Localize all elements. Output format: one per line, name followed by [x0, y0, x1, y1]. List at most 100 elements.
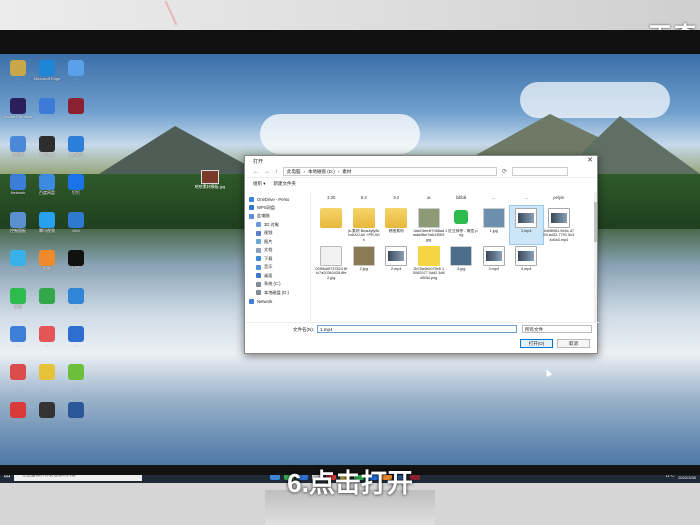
desktop-shortcut[interactable]: ...: [61, 402, 91, 428]
file-item[interactable]: js-素材 Beautyfy8cvxAXU A0 +PR-Win: [348, 206, 381, 244]
nav-item[interactable]: 文档: [249, 246, 310, 255]
desktop-shortcut[interactable]: 微信: [3, 288, 33, 314]
scrollbar[interactable]: [594, 192, 597, 322]
open-button[interactable]: 打开(O): [520, 339, 553, 348]
folder-item[interactable]: ...: [510, 192, 543, 206]
nav-item[interactable]: WPS网盘: [249, 204, 310, 213]
breadcrumb-item[interactable]: 此电脑: [287, 169, 301, 175]
desktop-shortcut[interactable]: ...: [32, 98, 62, 124]
file-item[interactable]: 02f96d0f737824 8ffc7a20340428 8fe2.jpg: [315, 244, 348, 282]
folder-icon: [256, 230, 261, 236]
close-icon[interactable]: ✕: [587, 157, 593, 165]
organize-button[interactable]: 组织 ▾: [253, 181, 266, 187]
file-item[interactable]: 2.jpg: [348, 244, 381, 282]
scrollbar-thumb[interactable]: [594, 202, 597, 242]
desktop-shortcut-label: ...: [45, 114, 49, 119]
up-arrow-icon[interactable]: ↑: [275, 169, 278, 175]
folder-item[interactable]: ai: [413, 192, 446, 206]
app-icon: [68, 212, 84, 228]
nav-item[interactable]: Network: [249, 297, 310, 306]
app-icon: [39, 60, 55, 76]
desktop-shortcut[interactable]: 百度网盘: [32, 174, 62, 200]
app-icon: [10, 364, 26, 380]
desktop-shortcut[interactable]: 钉钉: [61, 174, 91, 200]
desktop-shortcut[interactable]: ...: [61, 326, 91, 352]
desktop-shortcut[interactable]: 抖音: [61, 250, 91, 276]
desktop-shortcut[interactable]: ...: [3, 364, 33, 390]
nav-item[interactable]: 视频: [249, 229, 310, 238]
desktop-shortcut[interactable]: Microsoft Edge: [32, 60, 62, 86]
desktop-shortcut[interactable]: ...: [61, 98, 91, 124]
refresh-icon[interactable]: ⟳: [502, 168, 507, 175]
file-item[interactable]: 3.mp4: [478, 244, 511, 282]
desktop-shortcut[interactable]: ...: [32, 326, 62, 352]
desktop-shortcut[interactable]: 此电脑: [3, 136, 33, 162]
desktop-shortcut-label: ...: [74, 304, 78, 309]
folder-item[interactable]: bilibili: [445, 192, 478, 206]
nav-item[interactable]: 此电脑: [249, 212, 310, 221]
folder-item[interactable]: 3.30: [315, 192, 348, 206]
nav-item[interactable]: 3D 对象: [249, 221, 310, 230]
room-background: [0, 0, 700, 30]
back-arrow-icon[interactable]: ←: [253, 169, 259, 175]
breadcrumb-separator: ›: [337, 169, 340, 174]
folder-item[interactable]: 8.2: [348, 192, 381, 206]
file-item[interactable]: 0ab23ee4f7088adaabe5be7afc1f5f2f.jpg: [413, 206, 445, 244]
breadcrumb-item[interactable]: 素材: [342, 169, 351, 175]
file-item[interactable]: 2b78a4b0075b5 15062977 0dd2 3d6d5f3d.png: [413, 244, 446, 282]
folder-item[interactable]: 9.2: [380, 192, 413, 206]
file-item[interactable]: 4.mp4: [510, 244, 543, 282]
file-type-select[interactable]: 所有文件: [522, 325, 592, 333]
desktop-shortcut[interactable]: Network: [3, 174, 33, 200]
search-input[interactable]: [512, 167, 569, 176]
folder-item[interactable]: ...: [478, 192, 511, 206]
file-item[interactable]: [315, 206, 348, 244]
nav-item[interactable]: 下载: [249, 255, 310, 264]
desktop-shortcut[interactable]: 腾讯QQ: [32, 136, 62, 162]
file-item[interactable]: 1.jpg: [478, 206, 511, 244]
filename-input[interactable]: 1.mp4: [317, 325, 517, 333]
desktop-shortcut[interactable]: IDM: [61, 212, 91, 238]
address-bar[interactable]: 此电脑 › 本地磁盘 (D:) › 素材: [283, 167, 497, 176]
desktop-shortcut[interactable]: 腾讯视频: [32, 212, 62, 238]
app-icon: [39, 212, 55, 228]
desktop-shortcut[interactable]: 剪映: [32, 250, 62, 276]
nav-item[interactable]: OneDrive - Perso: [249, 195, 310, 204]
navigation-pane: OneDrive - Perso WPS网盘 此电脑 3D 对象 视频 图片 文档 下载 音乐桌…: [245, 192, 311, 322]
nav-item[interactable]: 图片: [249, 238, 310, 247]
file-item[interactable]: 3.jpg: [445, 244, 478, 282]
desktop-shortcut[interactable]: ...: [61, 288, 91, 314]
desktop-shortcut[interactable]: Adobe Premiere: [3, 98, 33, 124]
desktop-file-icon[interactable]: 哈哈素材模板.jpg: [192, 170, 228, 189]
desktop-shortcut[interactable]: ...: [32, 288, 62, 314]
desktop-shortcut[interactable]: 360安全: [61, 136, 91, 162]
desktop-shortcut[interactable]: ...: [61, 364, 91, 390]
desktop-shortcut[interactable]: ...: [3, 402, 33, 428]
nav-item[interactable]: 系统 (C:): [249, 280, 310, 289]
file-item[interactable]: 2.mp4: [380, 244, 413, 282]
app-icon: [39, 402, 55, 418]
breadcrumb-item[interactable]: 本地磁盘 (D:): [308, 169, 335, 175]
folder-item[interactable]: pelyin: [543, 192, 576, 206]
file-item[interactable]: 修图素材: [380, 206, 413, 244]
forward-arrow-icon[interactable]: →: [264, 169, 270, 175]
app-icon: [10, 174, 26, 190]
desktop-shortcut[interactable]: ...: [3, 326, 33, 352]
file-item[interactable]: 1 红豆抹茶 - 微信.png: [445, 206, 478, 244]
cancel-button[interactable]: 取消: [557, 339, 590, 348]
desktop-shortcut[interactable]: ...: [3, 60, 33, 86]
new-folder-button[interactable]: 新建文件夹: [274, 181, 297, 187]
nav-item[interactable]: 本地磁盘 (D:): [249, 289, 310, 298]
desktop-shortcut[interactable]: ...: [32, 402, 62, 428]
nav-item[interactable]: 桌面: [249, 272, 310, 281]
file-name: 3.mp4: [488, 267, 500, 271]
desktop-shortcut[interactable]: 控制面板: [3, 212, 33, 238]
desktop-shortcut[interactable]: ...: [3, 250, 33, 276]
desktop-shortcut[interactable]: ...: [32, 364, 62, 390]
app-icon: [68, 60, 84, 76]
desktop-shortcut-label: 腾讯QQ: [39, 152, 55, 157]
file-item[interactable]: 1.mp4: [509, 205, 544, 245]
nav-item[interactable]: 音乐: [249, 263, 310, 272]
file-item[interactable]: 1b6f8981-9e5c-4759-bd32-7791 5c34c6a3.mp…: [543, 206, 576, 244]
desktop-shortcut[interactable]: ...: [61, 60, 91, 86]
